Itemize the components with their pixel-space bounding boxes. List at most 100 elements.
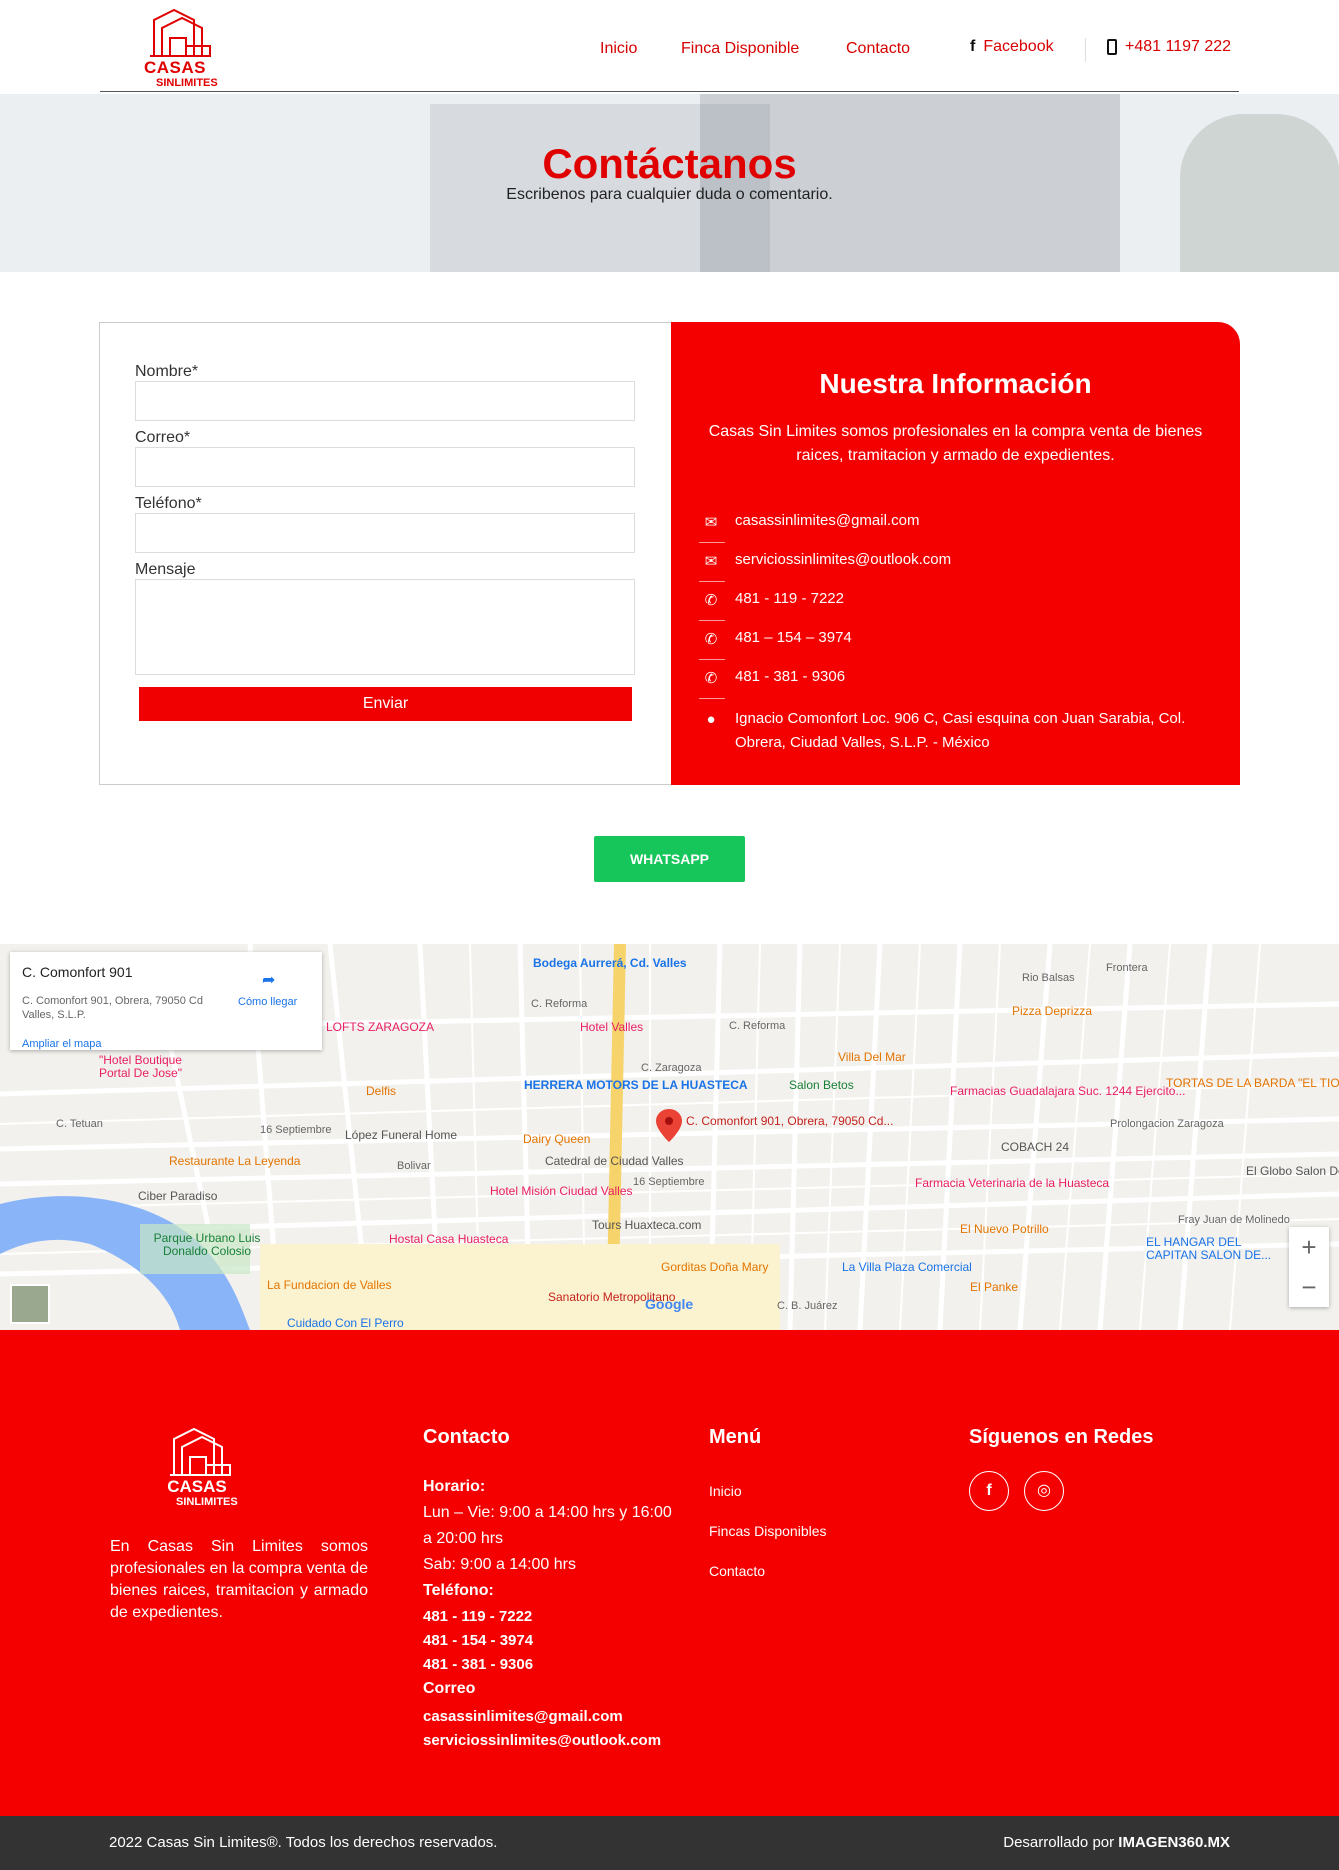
info-email-2-text: serviciossinlimites@outlook.com [735,551,952,568]
map-label: EL HANGAR DEL CAPITAN SALON DE... [1146,1235,1272,1262]
house-logo-icon [170,1427,231,1476]
footer-phone-3[interactable]: 481 - 381 - 9306 [423,1656,533,1673]
map-street-label: Prolongacion Zaragoza [1110,1118,1224,1130]
map-label: Parque Urbano Luis Donaldo Colosio [153,1231,261,1258]
site-header: CASAS SINLIMITES Inicio Finca Disponible… [0,0,1339,93]
info-email-2[interactable]: ✉ serviciossinlimites@outlook.com [699,551,952,582]
developer-link[interactable]: IMAGEN360.MX [1118,1834,1230,1851]
icon-underline [699,581,725,582]
info-phone-1-text: 481 - 119 - 7222 [735,590,844,607]
footer-email-2[interactable]: serviciossinlimites@outlook.com [423,1732,661,1749]
zoom-in-button[interactable]: + [1289,1227,1329,1267]
phone-icon: ✆ [704,631,718,648]
page-title: Contáctanos [542,140,797,187]
info-phone-2[interactable]: ✆ 481 – 154 – 3974 [699,629,852,660]
facebook-label: Facebook [983,38,1054,55]
phone-icon: ✆ [704,670,718,687]
site-footer: CASAS SINLIMITES En Casas Sin Limites so… [0,1330,1339,1816]
facebook-icon[interactable]: f [969,1471,1009,1511]
embedded-map[interactable]: C. Comonfort 901 C. Comonfort 901, Obrer… [0,944,1339,1330]
facebook-link[interactable]: f Facebook [970,38,1054,56]
info-phone-1[interactable]: ✆ 481 - 119 - 7222 [699,590,844,621]
brand-logo[interactable]: CASAS SINLIMITES [140,6,240,89]
map-pin-label[interactable]: C. Comonfort 901, Obrera, 79050 Cd... [686,1114,893,1128]
footer-logo[interactable]: CASAS SINLIMITES [162,1425,272,1511]
map-street-label: C. Tetuan [56,1118,103,1130]
contact-form: Nombre* Correo* Teléfono* Mensaje Enviar [99,322,671,785]
instagram-icon[interactable]: ◎ [1024,1471,1064,1511]
submit-button[interactable]: Enviar [139,687,632,721]
footer-phone-2[interactable]: 481 - 154 - 3974 [423,1632,533,1649]
envelope-icon: ✉ [704,553,718,570]
icon-underline [699,542,725,543]
developer-prefix: Desarrollado por [1003,1834,1119,1851]
info-email-1-text: casassinlimites@gmail.com [735,512,920,529]
brand-line1: CASAS [143,58,206,77]
nav-inicio[interactable]: Inicio [600,40,637,58]
info-phone-3[interactable]: ✆ 481 - 381 - 9306 [699,668,846,699]
info-email-1[interactable]: ✉ casassinlimites@gmail.com [699,512,920,543]
map-label: Hotel Valles [580,1020,644,1034]
map-label: Dairy Queen [523,1132,591,1146]
page-subtitle: Escribenos para cualquier duda o comenta… [506,186,833,203]
map-place-card: C. Comonfort 901 C. Comonfort 901, Obrer… [10,952,322,1050]
header-underline [100,91,1239,92]
map-label: El Nuevo Potrillo [960,1222,1049,1236]
directions-icon[interactable]: ➦ [262,970,280,989]
header-phone-link[interactable]: +481 1197 222 [1107,38,1231,56]
map-place-address: C. Comonfort 901, Obrera, 79050 Cd Valle… [22,995,203,1021]
mobile-phone-icon [1107,39,1117,55]
map-street-label: Frontera [1106,962,1148,974]
map-label: HERRERA MOTORS DE LA HUASTECA [524,1078,748,1092]
map-label: Restaurante La Leyenda [169,1154,301,1168]
email-field[interactable] [135,447,635,487]
enlarge-map-link[interactable]: Ampliar el mapa [22,1038,101,1050]
map-label: Catedral de Ciudad Valles [545,1154,684,1168]
nav-finca-disponible[interactable]: Finca Disponible [681,40,799,58]
message-label: Mensaje [135,561,196,578]
map-street-label: Rio Balsas [1022,972,1075,984]
footer-menu-inicio[interactable]: Inicio [709,1483,742,1499]
developer-credit: Desarrollado por IMAGEN360.MX [1003,1834,1230,1851]
brand-line2: SINLIMITES [156,77,218,89]
map-street-label: Fray Juan de Molinedo [1178,1214,1290,1226]
footer-phone-1[interactable]: 481 - 119 - 7222 [423,1608,532,1625]
map-zoom-controls: + − [1289,1227,1329,1307]
info-address: ● Ignacio Comonfort Loc. 906 C, Casi esq… [699,707,1219,755]
map-street-label: C. Zaragoza [641,1062,702,1074]
map-label: Cuidado Con El Perro [287,1316,404,1330]
map-label: "Hotel Boutique Portal De Jose" [99,1053,182,1080]
map-pin-icon: ● [706,711,716,728]
directions-link[interactable]: Cómo llegar [238,996,297,1008]
google-logo: Google [645,1296,694,1312]
footer-email-1[interactable]: casassinlimites@gmail.com [423,1708,623,1725]
map-label: Hostal Casa Huasteca [389,1232,509,1246]
message-textarea[interactable] [135,579,635,675]
phone-field[interactable] [135,513,635,553]
map-place-title: C. Comonfort 901 [22,964,133,980]
footer-hours-3: Sab: 9:00 a 14:00 hrs [423,1556,576,1573]
footer-menu-fincas[interactable]: Fincas Disponibles [709,1523,827,1539]
footer-email-label: Correo [423,1680,476,1697]
footer-brand-line1: CASAS [167,1477,227,1496]
footer-menu-contacto[interactable]: Contacto [709,1563,765,1579]
map-label: TORTAS DE LA BARDA "EL TIO LALO" [1166,1076,1339,1090]
zoom-out-button[interactable]: − [1289,1267,1329,1307]
nav-contacto[interactable]: Contacto [846,40,910,58]
email-label: Correo* [135,429,191,446]
footer-contact-title: Contacto [423,1426,510,1448]
info-phone-3-text: 481 - 381 - 9306 [735,668,846,685]
map-label: Pizza Deprizza [1012,1004,1093,1018]
whatsapp-button[interactable]: WHATSAPP [594,836,745,882]
satellite-toggle-thumbnail[interactable] [10,1284,50,1324]
icon-underline [699,698,725,699]
footer-brand-line2: SINLIMITES [176,1496,238,1508]
map-label: El Panke [970,1280,1019,1294]
map-label: LOFTS ZARAGOZA [326,1020,435,1034]
map-street-label: 16 Septiembre [633,1176,705,1188]
map-street-label: C. Reforma [531,998,588,1010]
map-label: López Funeral Home [345,1128,458,1142]
map-street-label: C. Reforma [729,1020,786,1032]
name-field[interactable] [135,381,635,421]
header-phone-number: +481 1197 222 [1125,38,1232,55]
